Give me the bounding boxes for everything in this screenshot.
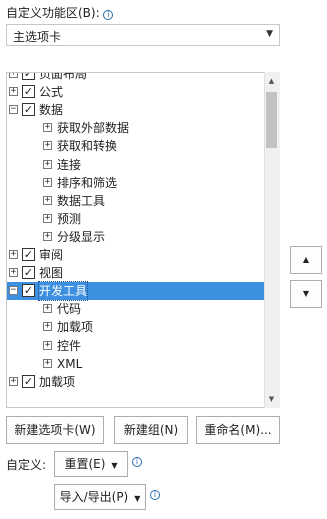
tree-group-item[interactable]: + XML	[7, 355, 265, 373]
tree-group-item[interactable]: + 数据工具	[7, 192, 265, 210]
checkbox[interactable]: ✓	[22, 284, 35, 298]
new-group-button[interactable]: 新建组(N)	[114, 416, 188, 444]
expand-icon[interactable]: +	[43, 322, 52, 332]
check-icon: ✓	[23, 284, 34, 298]
tree-tab-item[interactable]: + ✓ 加载项	[7, 373, 265, 391]
expand-icon[interactable]: +	[43, 304, 52, 314]
info-icon: i	[103, 10, 114, 20]
checkbox[interactable]: ✓	[22, 374, 35, 388]
tree-item-label: 获取外部数据	[57, 121, 130, 136]
check-icon: ✓	[23, 266, 34, 280]
tree-group-item[interactable]: + 代码	[7, 300, 265, 318]
expand-icon[interactable]: +	[43, 123, 52, 133]
customize-label: 自定义:	[6, 458, 47, 472]
chevron-down-icon: ▼	[266, 29, 273, 39]
chevron-down-icon: ▼	[134, 494, 141, 503]
tree-item-label: 开发工具	[37, 281, 89, 302]
expand-icon[interactable]: +	[9, 376, 18, 386]
tree-item-label: 数据工具	[57, 193, 106, 208]
scroll-up-icon[interactable]: ▲	[264, 73, 279, 89]
tree-tab-item[interactable]: + ✓ 公式	[7, 83, 265, 101]
expand-icon[interactable]: +	[43, 213, 52, 223]
checkbox[interactable]: ✓	[22, 103, 35, 117]
tree-tab-item[interactable]: − ✓ 数据	[7, 101, 265, 119]
customize-ribbon-label: 自定义功能区(B): i	[6, 4, 114, 21]
tree-item-label: 预测	[57, 211, 82, 226]
ribbon-tree[interactable]: + ✓ 页面布局 + ✓ 公式 − ✓ 数据 + 获取外部数据 + 获取和转换 + 连接 + 排序和筛选 + 数据工…	[6, 72, 280, 408]
scroll-thumb[interactable]	[266, 92, 277, 148]
expand-icon[interactable]: +	[43, 358, 52, 368]
tabs-dropdown[interactable]: 主选项卡 ▼	[6, 24, 280, 46]
tree-item-label: 获取和转换	[57, 139, 118, 154]
check-icon: ✓	[23, 374, 34, 388]
checkbox[interactable]: ✓	[22, 266, 35, 280]
tree-group-item[interactable]: + 获取外部数据	[7, 119, 265, 137]
tree-tab-item[interactable]: − ✓ 开发工具	[7, 281, 265, 302]
expand-icon[interactable]: +	[43, 141, 52, 151]
rename-button[interactable]: 重命名(M)...	[196, 416, 280, 444]
scroll-down-icon[interactable]: ▼	[264, 391, 279, 407]
chevron-down-icon: ▼	[111, 461, 118, 470]
tree-group-item[interactable]: + 控件	[7, 337, 265, 355]
tree-group-item[interactable]: + 分级显示	[7, 228, 265, 246]
tree-item-label: 加载项	[39, 374, 76, 389]
tree-group-item[interactable]: + 连接	[7, 156, 265, 174]
tree-item-label: 代码	[57, 302, 82, 317]
tree-group-item[interactable]: + 加载项	[7, 318, 265, 336]
info-icon: i	[132, 457, 142, 467]
check-icon: ✓	[23, 72, 34, 80]
expand-icon[interactable]: +	[43, 177, 52, 187]
reset-dropdown-button[interactable]: 重置(E) ▼	[54, 451, 128, 477]
import-export-label: 导入/导出(P)	[59, 490, 129, 504]
customize-ribbon-label-text: 自定义功能区(B):	[6, 6, 100, 20]
expand-icon[interactable]: +	[9, 73, 18, 78]
tree-tab-item[interactable]: + ✓ 视图	[7, 264, 265, 282]
expand-icon[interactable]: +	[9, 250, 18, 259]
tabs-dropdown-value: 主选项卡	[13, 30, 62, 44]
tree-item-label: 审阅	[39, 248, 64, 262]
checkbox[interactable]: ✓	[22, 72, 35, 80]
triangle-down-icon: ▼	[302, 289, 310, 298]
tree-item-label: XML	[57, 356, 83, 371]
import-export-dropdown-button[interactable]: 导入/导出(P) ▼	[54, 484, 146, 510]
new-tab-button[interactable]: 新建选项卡(W)	[6, 416, 104, 444]
reset-label: 重置(E)	[64, 457, 106, 471]
tree-item-label: 分级显示	[57, 229, 106, 244]
move-down-button[interactable]: ▼	[290, 280, 322, 308]
collapse-icon[interactable]: −	[9, 286, 18, 296]
triangle-up-icon: ▲	[302, 255, 310, 264]
tree-tab-item[interactable]: + ✓ 审阅	[7, 246, 265, 264]
check-icon: ✓	[23, 248, 34, 261]
check-icon: ✓	[23, 103, 34, 117]
expand-icon[interactable]: +	[43, 195, 52, 205]
move-up-button[interactable]: ▲	[290, 246, 322, 274]
tree-tab-item[interactable]: + ✓ 页面布局	[7, 72, 265, 83]
tree-item-label: 数据	[39, 103, 64, 118]
checkbox[interactable]: ✓	[22, 248, 35, 261]
expand-icon[interactable]: +	[43, 231, 52, 241]
tree-group-item[interactable]: + 预测	[7, 210, 265, 228]
tree-item-label: 控件	[57, 338, 82, 353]
tree-item-label: 加载项	[57, 320, 94, 335]
tree-group-item[interactable]: + 获取和转换	[7, 137, 265, 155]
checkbox[interactable]: ✓	[22, 85, 35, 99]
info-icon: i	[150, 490, 160, 500]
tree-item-label: 公式	[39, 85, 64, 100]
expand-icon[interactable]: +	[9, 87, 18, 97]
expand-icon[interactable]: +	[9, 268, 18, 278]
tree-item-label: 页面布局	[39, 72, 88, 81]
collapse-icon[interactable]: −	[9, 105, 18, 115]
tree-group-item[interactable]: + 排序和筛选	[7, 174, 265, 192]
expand-icon[interactable]: +	[43, 159, 52, 169]
tree-item-label: 视图	[39, 266, 64, 281]
tree-item-label: 连接	[57, 157, 82, 172]
expand-icon[interactable]: +	[43, 340, 52, 350]
check-icon: ✓	[23, 85, 34, 99]
tree-item-label: 排序和筛选	[57, 175, 118, 190]
